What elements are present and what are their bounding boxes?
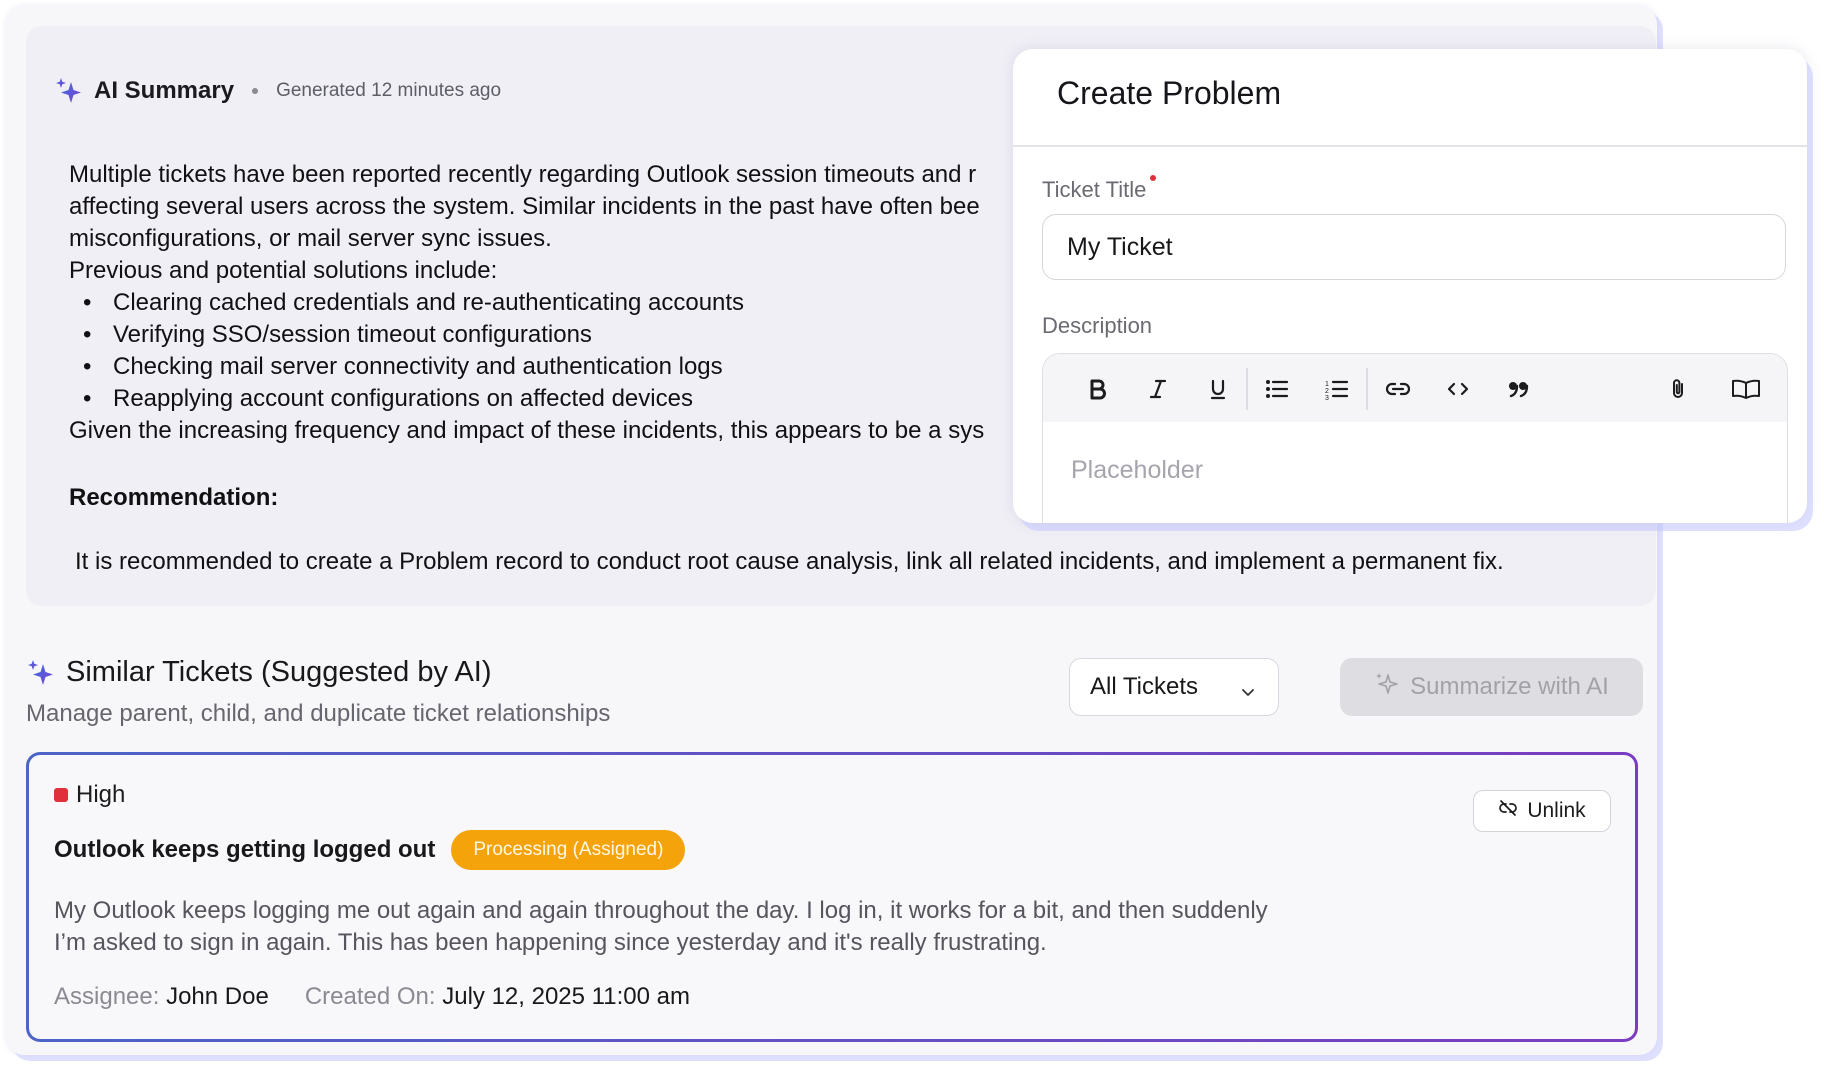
- divider: [1013, 145, 1807, 147]
- description-line: My Outlook keeps logging me out again an…: [54, 897, 1268, 924]
- summarize-label: Summarize with AI: [1410, 673, 1609, 700]
- create-problem-panel: Create Problem Ticket Title Description …: [1013, 49, 1807, 523]
- priority-dot: [54, 788, 68, 802]
- created-on: Created On: July 12, 2025 11:00 am: [305, 983, 690, 1011]
- svg-text:2: 2: [1325, 388, 1329, 395]
- recommendation-body: It is recommended to create a Problem re…: [75, 548, 1504, 575]
- created-on-label: Created On:: [304, 983, 436, 1010]
- description-editor[interactable]: 123 Placeholder: [1042, 353, 1788, 523]
- svg-text:3: 3: [1325, 395, 1329, 400]
- similar-tickets-header: Similar Tickets (Suggested by AI): [26, 656, 492, 689]
- ticket-title-input[interactable]: [1042, 214, 1786, 280]
- assignee: Assignee: John Doe: [54, 983, 269, 1011]
- underline-icon[interactable]: [1201, 372, 1235, 406]
- sparkle-outline-icon: [1374, 671, 1400, 704]
- summarize-with-ai-button[interactable]: Summarize with AI: [1340, 658, 1643, 716]
- editor-toolbar: 123: [1043, 354, 1787, 422]
- description-line: I’m asked to sign in again. This has bee…: [54, 929, 1047, 956]
- ai-summary-title: AI Summary: [94, 77, 235, 104]
- similar-tickets-subtitle: Manage parent, child, and duplicate tick…: [26, 700, 611, 727]
- priority-indicator: High: [54, 781, 125, 809]
- similar-tickets-title: Similar Tickets (Suggested by AI): [66, 656, 492, 688]
- ticket-title-label: Ticket Title: [1042, 175, 1157, 203]
- generated-timestamp: Generated 12 minutes ago: [276, 80, 502, 101]
- ticket-meta: Assignee: John Doe Created On: July 12, …: [54, 983, 690, 1011]
- separator-dot: [252, 88, 259, 94]
- link-icon[interactable]: [1381, 372, 1415, 406]
- numbered-list-icon[interactable]: 123: [1320, 372, 1354, 406]
- unlink-label: Unlink: [1527, 799, 1586, 822]
- unlink-button[interactable]: Unlink: [1473, 790, 1611, 832]
- book-icon[interactable]: [1729, 372, 1763, 406]
- toolbar-separator: [1246, 368, 1248, 410]
- assignee-label: Assignee:: [54, 983, 160, 1010]
- italic-icon[interactable]: [1141, 372, 1175, 406]
- ticket-filter-select[interactable]: All Tickets: [1069, 658, 1279, 716]
- ticket-title[interactable]: Outlook keeps getting logged out: [54, 836, 435, 864]
- toolbar-separator: [1366, 368, 1368, 410]
- description-placeholder: Placeholder: [1071, 456, 1204, 484]
- ticket-title-row: Outlook keeps getting logged out Process…: [54, 830, 686, 870]
- unlink-icon: [1498, 798, 1518, 824]
- sparkle-icon: [54, 76, 84, 106]
- recommendation-title: Recommendation:: [69, 484, 279, 511]
- create-problem-title: Create Problem: [1057, 75, 1282, 111]
- priority-label: High: [76, 781, 126, 808]
- chevron-down-icon: [1240, 679, 1256, 707]
- description-label: Description: [1042, 313, 1153, 338]
- assignee-value: John Doe: [166, 983, 269, 1010]
- created-on-value: July 12, 2025 11:00 am: [442, 983, 690, 1010]
- attachment-icon[interactable]: [1661, 372, 1695, 406]
- code-icon[interactable]: [1441, 372, 1475, 406]
- ai-summary-header: AI Summary Generated 12 minutes ago: [54, 76, 501, 106]
- filter-selected-value: All Tickets: [1090, 673, 1199, 700]
- ticket-description: My Outlook keeps logging me out again an…: [54, 895, 1454, 959]
- required-indicator: [1150, 175, 1157, 181]
- ticket-title-label-text: Ticket Title: [1042, 177, 1147, 202]
- bullet-list-icon[interactable]: [1260, 372, 1294, 406]
- sparkle-icon: [26, 658, 56, 688]
- quote-icon[interactable]: [1501, 372, 1535, 406]
- ticket-card[interactable]: High Outlook keeps getting logged out Pr…: [26, 752, 1638, 1042]
- bold-icon[interactable]: [1081, 372, 1115, 406]
- svg-text:1: 1: [1325, 381, 1329, 388]
- status-badge: Processing (Assigned): [451, 830, 686, 870]
